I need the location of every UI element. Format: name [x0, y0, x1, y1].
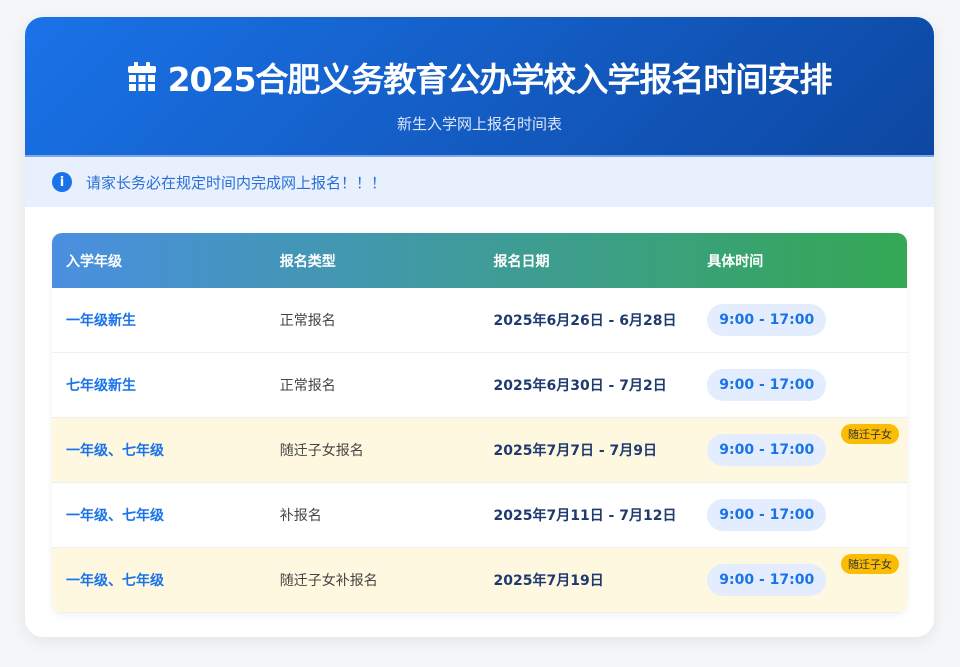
grade-cell: 一年级、七年级 — [66, 573, 164, 589]
time-pill: 9:00 - 17:00 — [707, 434, 827, 466]
subtitle: 新生入学网上报名时间表 — [396, 115, 562, 133]
grade-cell: 七年级新生 — [66, 378, 136, 394]
column-header: 报名日期 — [493, 253, 550, 270]
type-cell: 正常报名 — [279, 378, 336, 394]
header: 2025合肥义务教育公办学校入学报名时间安排 新生入学网上报名时间表 — [25, 17, 934, 155]
table-row: 一年级、七年级 随迁子女补报名 2025年7月19日 9:00 - 17:00 … — [52, 548, 907, 613]
title-text: 2025合肥义务教育公办学校入学报名时间安排 — [167, 60, 833, 99]
table-row: 七年级新生 正常报名 2025年6月30日 - 7月2日 9:00 - 17:0… — [52, 353, 907, 418]
grade-cell: 一年级、七年级 — [66, 508, 164, 524]
time-pill: 9:00 - 17:00 — [707, 369, 827, 401]
table-row: 一年级、七年级 随迁子女报名 2025年7月7日 - 7月9日 9:00 - 1… — [52, 418, 907, 483]
date-cell: 2025年7月19日 — [493, 573, 604, 589]
type-cell: 随迁子女报名 — [279, 443, 364, 459]
migrant-badge: 随迁子女 — [841, 554, 899, 574]
info-icon: i — [52, 172, 72, 192]
page-title: 2025合肥义务教育公办学校入学报名时间安排 — [25, 17, 934, 101]
calendar-icon — [127, 62, 156, 91]
column-header: 入学年级 — [66, 253, 122, 270]
column-header: 具体时间 — [707, 253, 764, 270]
migrant-badge: 随迁子女 — [841, 424, 899, 444]
date-cell: 2025年6月30日 - 7月2日 — [493, 378, 667, 394]
time-cell: 9:00 - 17:00 — [693, 304, 907, 336]
schedule-table: 入学年级 报名类型 报名日期 具体时间 一年级新生 正常报名 2025年6月26… — [52, 233, 907, 613]
time-cell: 9:00 - 17:00 — [693, 499, 907, 531]
time-cell: 9:00 - 17:00 — [693, 369, 907, 401]
column-header: 报名类型 — [279, 253, 336, 270]
date-cell: 2025年7月7日 - 7月9日 — [493, 443, 658, 459]
schedule-card: 2025合肥义务教育公办学校入学报名时间安排 新生入学网上报名时间表 i 请家长… — [25, 17, 934, 637]
type-cell: 随迁子女补报名 — [279, 573, 378, 589]
time-pill: 9:00 - 17:00 — [707, 499, 827, 531]
table-row: 一年级、七年级 补报名 2025年7月11日 - 7月12日 9:00 - 17… — [52, 483, 907, 548]
time-pill: 9:00 - 17:00 — [707, 564, 827, 596]
table-row: 一年级新生 正常报名 2025年6月26日 - 6月28日 9:00 - 17:… — [52, 288, 907, 353]
date-cell: 2025年6月26日 - 6月28日 — [493, 313, 677, 329]
grade-cell: 一年级、七年级 — [66, 443, 164, 459]
type-cell: 正常报名 — [279, 313, 336, 329]
table-header: 入学年级 报名类型 报名日期 具体时间 — [52, 233, 907, 288]
type-cell: 补报名 — [279, 508, 322, 524]
notice-text: 请家长务必在规定时间内完成网上报名！！！ — [86, 173, 387, 192]
time-pill: 9:00 - 17:00 — [707, 304, 827, 336]
date-cell: 2025年7月11日 - 7月12日 — [493, 508, 677, 524]
notice-bar: i 请家长务必在规定时间内完成网上报名！！！ — [25, 155, 934, 207]
grade-cell: 一年级新生 — [66, 313, 136, 329]
